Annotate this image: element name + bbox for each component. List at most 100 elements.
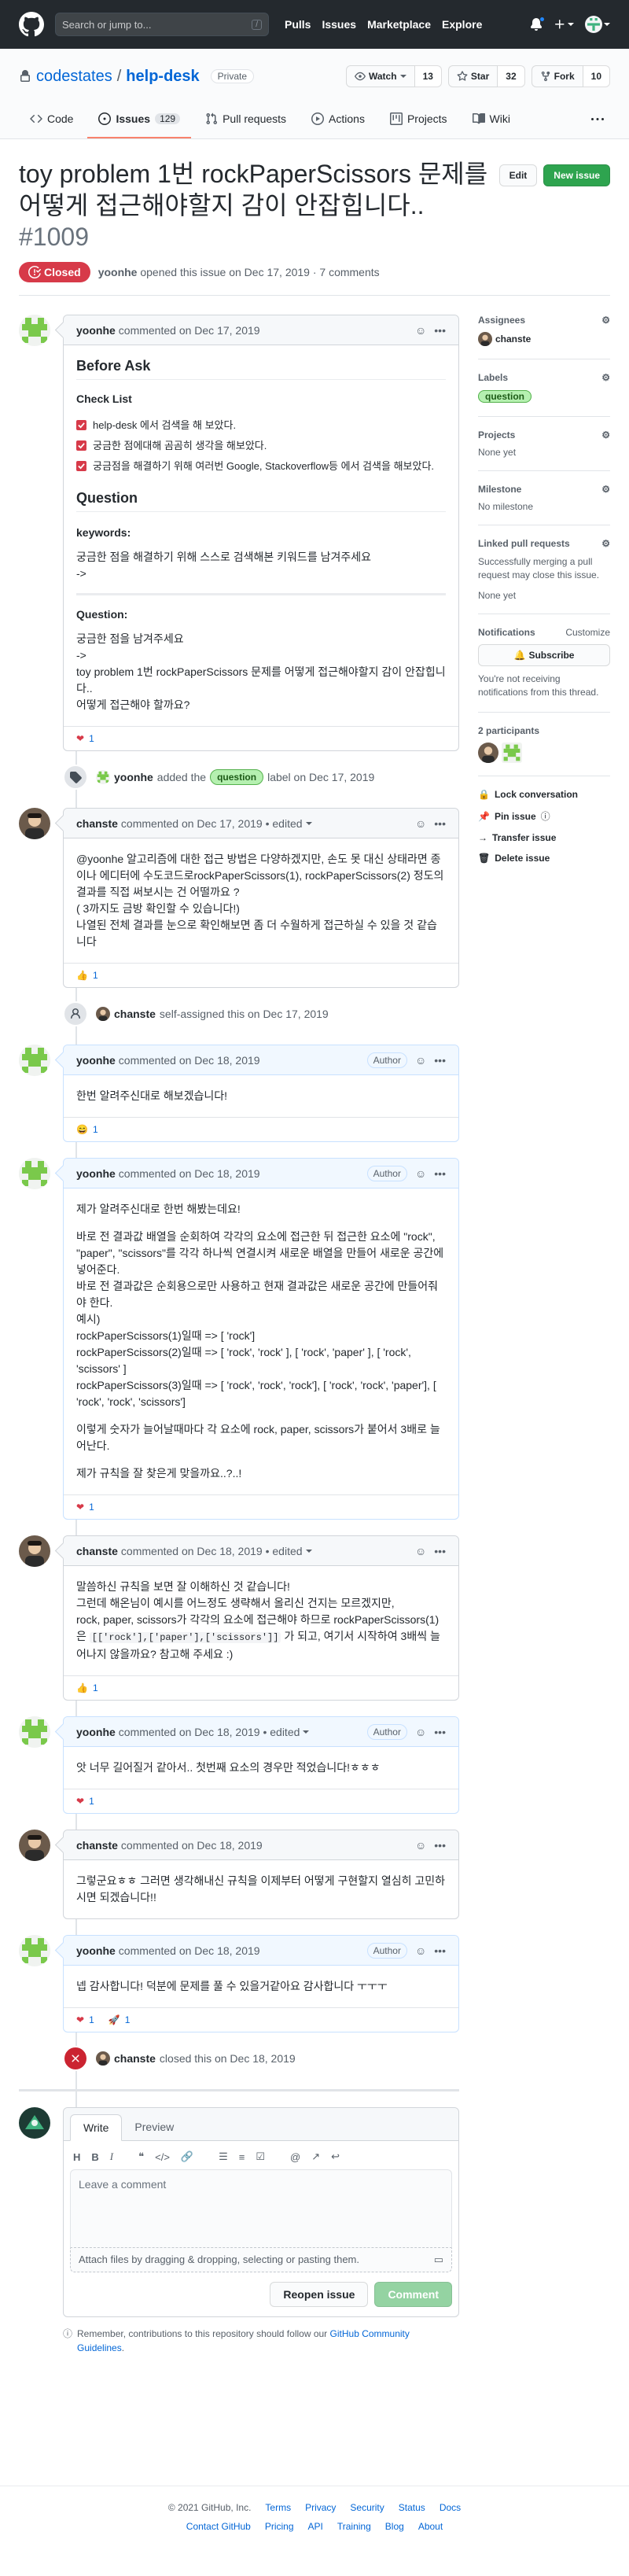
link-icon[interactable]: 🔗 [181, 2150, 193, 2163]
footer-link[interactable]: Docs [440, 2502, 461, 2513]
footer-link[interactable]: Training [337, 2521, 371, 2532]
reopen-issue-button[interactable]: Reopen issue [270, 2282, 369, 2307]
reaction-thumbs-up[interactable]: 👍 1 [76, 1682, 98, 1693]
gear-icon[interactable]: ⚙ [601, 429, 610, 440]
event-actor[interactable]: chanste [114, 1008, 156, 1020]
footer-link[interactable]: Status [399, 2502, 425, 2513]
nav-issues[interactable]: Issues [322, 18, 356, 31]
comment-button[interactable]: Comment [374, 2282, 452, 2307]
kebab-horizontal-icon[interactable]: ••• [434, 1944, 446, 1957]
avatar[interactable] [19, 1716, 50, 1748]
label-question[interactable]: question [478, 390, 532, 403]
avatar[interactable] [19, 1045, 50, 1076]
fork-count[interactable]: 10 [583, 65, 610, 87]
avatar[interactable] [19, 2107, 50, 2139]
caret-down-icon[interactable] [305, 1548, 312, 1554]
smiley-icon[interactable]: ☺ [415, 817, 426, 830]
heading-icon[interactable]: H [73, 2151, 80, 2163]
repo-owner-link[interactable]: codestates [36, 68, 112, 86]
avatar[interactable] [19, 808, 50, 839]
avatar[interactable] [19, 1830, 50, 1861]
footer-link[interactable]: Pricing [265, 2521, 294, 2532]
more-tabs-button[interactable] [591, 101, 610, 138]
reaction-laugh[interactable]: 😄 1 [76, 1124, 98, 1135]
tab-pull-requests[interactable]: Pull requests [194, 101, 297, 138]
tab-issues[interactable]: Issues 129 [87, 101, 192, 138]
caret-down-icon[interactable] [303, 1729, 310, 1735]
gear-icon[interactable]: ⚙ [601, 315, 610, 326]
smiley-icon[interactable]: ☺ [415, 1944, 426, 1957]
footer-link[interactable]: Privacy [305, 2502, 336, 2513]
gear-icon[interactable]: ⚙ [601, 372, 610, 383]
comment-timestamp[interactable]: commented on Dec 18, 2019 • edited [121, 1545, 303, 1557]
comment-timestamp[interactable]: commented on Dec 18, 2019 [119, 1944, 260, 1957]
avatar[interactable] [502, 743, 522, 763]
watch-count[interactable]: 13 [414, 65, 442, 87]
bold-icon[interactable]: B [91, 2151, 98, 2163]
issue-author-link[interactable]: yoonhe [98, 266, 138, 278]
comment-timestamp[interactable]: commented on Dec 17, 2019 [119, 324, 260, 337]
delete-issue-link[interactable]: 🗑 Delete issue [478, 853, 610, 864]
smiley-icon[interactable]: ☺ [415, 1054, 426, 1067]
comment-author[interactable]: yoonhe [76, 324, 116, 337]
star-button[interactable]: Star [447, 65, 498, 87]
avatar[interactable] [19, 1935, 50, 1966]
repo-name-link[interactable]: help-desk [126, 68, 199, 86]
italic-icon[interactable]: I [110, 2150, 113, 2163]
ordered-list-icon[interactable]: ≡ [239, 2151, 245, 2163]
avatar[interactable] [19, 315, 50, 346]
nav-explore[interactable]: Explore [442, 18, 482, 31]
comment-textarea[interactable]: Leave a comment [70, 2169, 452, 2248]
footer-link[interactable]: API [308, 2521, 323, 2532]
smiley-icon[interactable]: ☺ [415, 1726, 426, 1738]
smiley-icon[interactable]: ☺ [415, 324, 426, 337]
smiley-icon[interactable]: ☺ [415, 1839, 426, 1852]
edit-title-button[interactable]: Edit [498, 164, 538, 186]
comment-author[interactable]: yoonhe [76, 1167, 116, 1180]
comment-author[interactable]: chanste [76, 817, 118, 830]
footer-link[interactable]: Security [350, 2502, 384, 2513]
tab-code[interactable]: Code [19, 101, 84, 138]
avatar[interactable] [19, 1158, 50, 1189]
reaction-heart[interactable]: ❤ 1 [76, 1796, 94, 1807]
reaction-rocket[interactable]: 🚀 1 [109, 2014, 131, 2025]
tab-write[interactable]: Write [70, 2114, 123, 2141]
cross-reference-icon[interactable]: ↗ [311, 2150, 320, 2163]
mention-icon[interactable]: @ [290, 2151, 300, 2163]
star-count[interactable]: 32 [498, 65, 525, 87]
kebab-horizontal-icon[interactable]: ••• [434, 1167, 446, 1180]
nav-pulls[interactable]: Pulls [285, 18, 311, 31]
footer-link[interactable]: Terms [265, 2502, 291, 2513]
comment-timestamp[interactable]: commented on Dec 18, 2019 • edited [119, 1726, 300, 1738]
smiley-icon[interactable]: ☺ [415, 1167, 426, 1180]
tab-projects[interactable]: Projects [379, 101, 458, 138]
markdown-icon[interactable]: ▭ [434, 2254, 443, 2266]
transfer-issue-link[interactable]: → Transfer issue [478, 832, 610, 843]
caret-down-icon[interactable] [305, 820, 312, 827]
comment-author[interactable]: chanste [76, 1545, 118, 1557]
footer-link[interactable]: Contact GitHub [186, 2521, 251, 2532]
reaction-heart[interactable]: ❤ 1 [76, 2014, 94, 2025]
pin-issue-link[interactable]: 📌 Pin issue ⓘ [478, 809, 610, 823]
comment-author[interactable]: yoonhe [76, 1054, 116, 1067]
comment-timestamp[interactable]: commented on Dec 18, 2019 [121, 1839, 263, 1852]
comment-author[interactable]: yoonhe [76, 1726, 116, 1738]
comment-timestamp[interactable]: commented on Dec 17, 2019 • edited [121, 817, 303, 830]
code-icon[interactable]: </> [155, 2151, 170, 2163]
comment-timestamp[interactable]: commented on Dec 18, 2019 [119, 1054, 260, 1067]
fork-button[interactable]: Fork [531, 65, 583, 87]
gear-icon[interactable]: ⚙ [601, 484, 610, 495]
tab-preview[interactable]: Preview [122, 2114, 186, 2140]
customize-link[interactable]: Customize [565, 627, 610, 638]
task-list-icon[interactable]: ☑ [256, 2150, 265, 2163]
lock-conversation-link[interactable]: 🔒 Lock conversation [478, 789, 610, 800]
kebab-horizontal-icon[interactable]: ••• [434, 324, 446, 337]
create-new-dropdown[interactable] [554, 18, 574, 31]
unordered-list-icon[interactable]: ☰ [219, 2150, 228, 2163]
avatar[interactable] [96, 1007, 110, 1021]
file-attachment[interactable]: Attach files by dragging & dropping, sel… [70, 2248, 452, 2272]
label-question[interactable]: question [210, 769, 264, 785]
avatar[interactable] [19, 1535, 50, 1567]
kebab-horizontal-icon[interactable]: ••• [434, 1054, 446, 1067]
kebab-horizontal-icon[interactable]: ••• [434, 1839, 446, 1852]
